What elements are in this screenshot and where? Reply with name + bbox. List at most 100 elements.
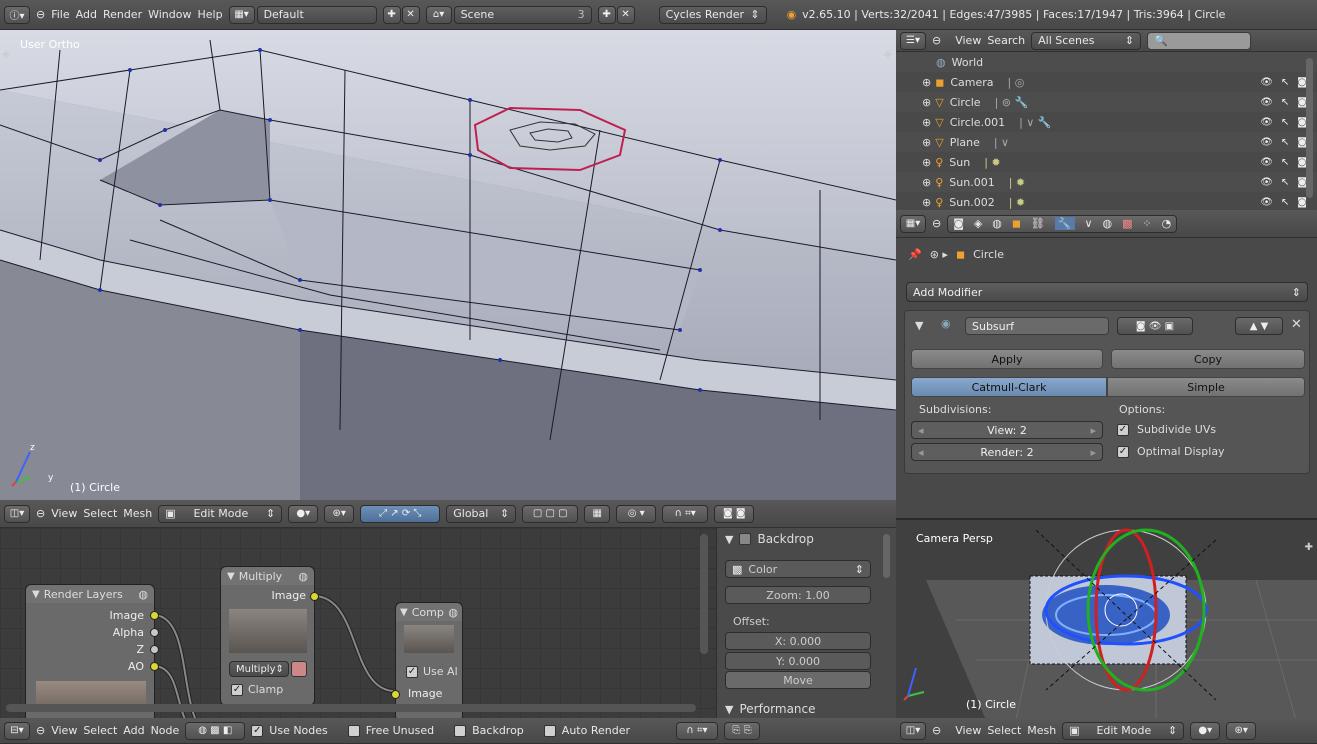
use-alpha-option[interactable]: ✓ Use Al [406, 665, 458, 678]
tab-simple[interactable]: Simple [1107, 377, 1305, 397]
visibility-eye-icon[interactable]: 👁 [1260, 117, 1273, 128]
proportional-icon[interactable]: ◎ ▾ [616, 504, 657, 523]
view-levels-field[interactable]: ◂ View: 2 ▸ [911, 421, 1103, 439]
use-nodes-checkbox[interactable]: ✓ [251, 724, 264, 737]
remove-layout-icon[interactable]: ✕ [401, 5, 420, 24]
constraints-tab-icon[interactable]: ⛓ [1031, 217, 1045, 230]
texture-tab-icon[interactable]: ▩ [1122, 217, 1132, 230]
tab-catmull-clark[interactable]: Catmull-Clark [911, 377, 1107, 397]
renderable-camera-icon[interactable]: ◙ [1297, 197, 1307, 208]
node-scrollbar-h[interactable] [6, 704, 696, 712]
menu-help[interactable]: Help [197, 8, 222, 21]
modifier-expand-icon[interactable]: ▼ [915, 319, 923, 332]
node-scrollbar-v[interactable] [700, 534, 708, 654]
add-layout-icon[interactable]: ✚ [382, 5, 401, 24]
visibility-eye-icon[interactable]: 👁 [1260, 197, 1273, 208]
selectable-cursor-icon[interactable]: ↖ [1281, 137, 1289, 148]
remove-scene-icon[interactable]: ✕ [616, 5, 635, 24]
collapse-icon[interactable]: ⊖ [932, 34, 941, 47]
context-tabs-icon[interactable]: ◙ ◈ ◍ ◼ ⛓ 🔧 ∨ ◍ ▩ ⁘ ◔ [947, 214, 1178, 233]
menu-search[interactable]: Search [987, 34, 1025, 47]
menu-mesh[interactable]: Mesh [123, 507, 152, 520]
selectable-cursor-icon[interactable]: ↖ [1281, 197, 1289, 208]
visibility-eye-icon[interactable]: 👁 [1260, 97, 1273, 108]
add-scene-icon[interactable]: ✚ [597, 5, 616, 24]
outliner-scrollbar[interactable] [1306, 58, 1313, 198]
corner-widget-icon[interactable]: ✚ [2, 50, 10, 61]
node-multiply[interactable]: ▼ Multiply ◍ Image Multiply ⇕ ✓ Clamp [220, 566, 319, 706]
backdrop-panel-header[interactable]: ▼ Backdrop [725, 532, 814, 546]
mode-select[interactable]: ▣ Edit Mode ⇕ [1062, 721, 1185, 740]
collapse-icon[interactable]: ⊖ [36, 507, 45, 520]
add-modifier-select[interactable]: Add Modifier ⇕ [906, 282, 1308, 302]
outliner-item-plane[interactable]: ⊕ ▽ Plane | ∨ 👁 ↖ ◙ [896, 132, 1317, 152]
limit-visible-icon[interactable]: ▦ [584, 504, 611, 523]
auto-render-checkbox[interactable] [543, 724, 556, 737]
outliner-item-circle[interactable]: ⊕ ▽ Circle | ⊚ 🔧 👁 ↖ ◙ [896, 92, 1317, 112]
editor-type-icon[interactable]: ◫▾ [4, 504, 30, 523]
main-viewport[interactable]: User Ortho (1) Circle z y ✚ ✚ [0, 30, 896, 500]
info-editor-icon[interactable]: ⓘ▾ [4, 5, 30, 24]
node-tree-type-icon[interactable]: ◍ ▩ ◧ [185, 721, 246, 740]
performance-panel-header[interactable]: ▼ Performance [725, 702, 816, 716]
zoom-field[interactable]: Zoom: 1.00 [725, 586, 871, 604]
collapse-icon[interactable]: ⊖ [36, 724, 45, 737]
socket-alpha[interactable] [150, 628, 159, 637]
render-engine-select[interactable]: Cycles Render ⇕ [658, 5, 767, 24]
pin-icon[interactable]: 📌 [908, 248, 922, 261]
layout-field[interactable]: Default [256, 5, 377, 24]
display-mode-select[interactable]: All Scenes ⇕ [1031, 31, 1142, 50]
node-render-layers[interactable]: ▼ Render Layers ◍ Image Alpha Z AO [25, 584, 159, 718]
backdrop-channel-select[interactable]: ▩ Color ⇕ [725, 560, 871, 578]
offset-y-field[interactable]: Y: 0.000 [725, 652, 871, 670]
node-header[interactable]: ▼ Comp ◍ [396, 603, 462, 621]
offset-x-field[interactable]: X: 0.000 [725, 632, 871, 650]
menu-select[interactable]: Select [83, 724, 117, 737]
optimal-display-checkbox[interactable]: ✓ [1117, 445, 1129, 458]
selectable-cursor-icon[interactable]: ↖ [1281, 77, 1289, 88]
menu-view[interactable]: View [955, 34, 981, 47]
render-levels-field[interactable]: ◂ Render: 2 ▸ [911, 443, 1103, 461]
mode-select[interactable]: ▣ Edit Mode ⇕ [158, 504, 283, 523]
snap-node-icon[interactable]: ∩ ⌗▾ [676, 721, 718, 740]
clamp-checkbox[interactable]: ✓ [231, 683, 243, 696]
sidebar-scrollbar[interactable] [883, 534, 890, 578]
socket-z[interactable] [150, 645, 159, 654]
pivot-icon[interactable]: ⊛▾ [1226, 721, 1257, 740]
render-tab-icon[interactable]: ◙ [953, 217, 964, 230]
color-ramp-icon[interactable] [291, 661, 307, 677]
select-mode-icon[interactable]: ▢ ▢ ▢ [522, 504, 579, 523]
selectable-cursor-icon[interactable]: ↖ [1281, 177, 1289, 188]
outliner-item-camera[interactable]: ⊕ ◼ Camera | ◎ 👁 ↖ ◙ [896, 72, 1317, 92]
physics-tab-icon[interactable]: ◔ [1162, 217, 1172, 230]
particles-tab-icon[interactable]: ⁘ [1142, 217, 1151, 230]
collapse-icon[interactable]: ⊖ [36, 8, 45, 21]
outliner-item-world[interactable]: ◍ World [896, 52, 1317, 72]
camera-viewport[interactable]: Camera Persp (1) Circle ✚ [896, 518, 1317, 718]
corner-widget-right-icon[interactable]: ✚ [884, 50, 892, 61]
modifier-move-icon[interactable]: ▲ ▼ [1235, 317, 1283, 335]
menu-select[interactable]: Select [987, 724, 1021, 737]
render-icon[interactable]: ◙ ◙ [714, 504, 755, 523]
screen-layout-icon[interactable]: ▦▾ [228, 5, 255, 24]
shading-icon[interactable]: ●▾ [1190, 721, 1221, 740]
selectable-cursor-icon[interactable]: ↖ [1281, 157, 1289, 168]
menu-view[interactable]: View [51, 507, 77, 520]
menu-window[interactable]: Window [148, 8, 191, 21]
menu-view[interactable]: View [51, 724, 77, 737]
shading-icon[interactable]: ●▾ [288, 504, 319, 523]
outliner-item-sun-002[interactable]: ⊕ ♀ Sun.002 | ✹ 👁 ↖ ◙ [896, 192, 1317, 212]
collapse-icon[interactable]: ⊖ [932, 217, 941, 230]
collapse-icon[interactable]: ⊖ [932, 724, 941, 737]
pivot-icon[interactable]: ⊛▾ [324, 504, 355, 523]
world-tab-icon[interactable]: ◍ [992, 217, 1002, 230]
copy-button[interactable]: Copy [1111, 349, 1305, 369]
outliner-item-circle-001[interactable]: ⊕ ▽ Circle.001 | ∨ 🔧 👁 ↖ ◙ [896, 112, 1317, 132]
subdivide-uvs-option[interactable]: ✓ Subdivide UVs [1117, 423, 1216, 436]
selectable-cursor-icon[interactable]: ↖ [1281, 117, 1289, 128]
visibility-eye-icon[interactable]: 👁 [1260, 157, 1273, 168]
visibility-eye-icon[interactable]: 👁 [1260, 177, 1273, 188]
menu-add[interactable]: Add [123, 724, 144, 737]
node-header[interactable]: ▼ Multiply ◍ [221, 567, 314, 585]
editor-type-icon[interactable]: ◫▾ [900, 721, 926, 740]
